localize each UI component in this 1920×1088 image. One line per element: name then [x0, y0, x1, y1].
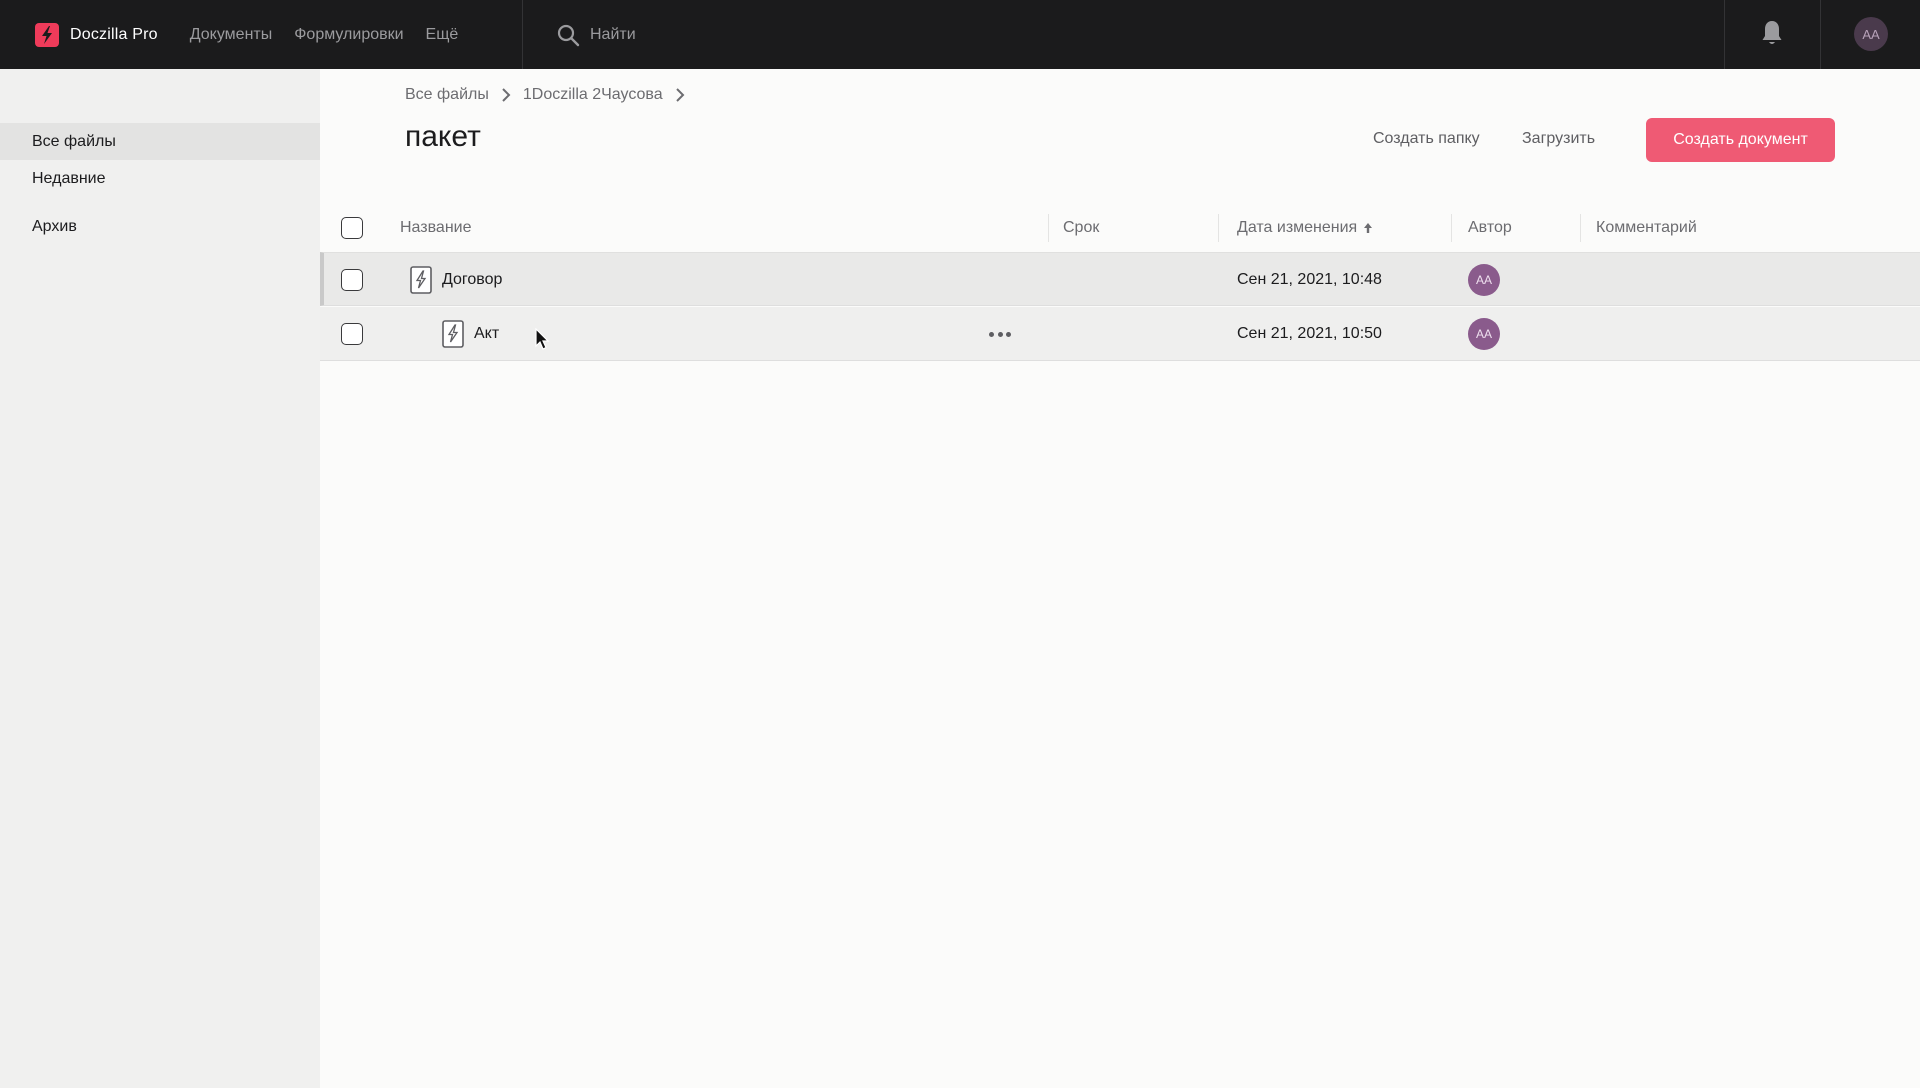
column-header-label: Дата изменения — [1237, 219, 1358, 236]
main-nav: Документы Формулировки Ещё — [190, 26, 481, 44]
table-row[interactable]: Акт Сен 21, 2021, 10:50 AA — [320, 307, 1920, 361]
chevron-right-icon — [502, 88, 511, 102]
modified-date: Сен 21, 2021, 10:48 — [1237, 271, 1382, 288]
column-divider — [1580, 214, 1581, 242]
column-divider — [1218, 214, 1219, 242]
column-header-author[interactable]: Автор — [1468, 204, 1512, 252]
author-avatar: AA — [1468, 318, 1500, 350]
mouse-cursor-icon — [535, 328, 550, 350]
create-document-button[interactable]: Создать документ — [1646, 118, 1835, 162]
column-header-name[interactable]: Название — [400, 204, 472, 252]
column-header-label: Автор — [1468, 219, 1512, 236]
column-header-deadline[interactable]: Срок — [1063, 204, 1099, 252]
file-name: Акт — [474, 325, 500, 342]
table-row[interactable]: Договор Сен 21, 2021, 10:48 AA — [320, 252, 1920, 306]
table-header: Название Срок Дата изменения Автор Комме… — [320, 204, 1920, 252]
sort-ascending-icon — [1364, 223, 1373, 233]
bell-icon[interactable] — [1760, 19, 1784, 47]
column-header-label: Название — [400, 219, 472, 236]
file-name-cell[interactable]: Договор — [410, 253, 502, 307]
top-bar: Doczilla Pro Документы Формулировки Ещё … — [0, 0, 1920, 69]
search-icon — [557, 24, 580, 46]
row-checkbox[interactable] — [341, 269, 363, 291]
nav-documents[interactable]: Документы — [190, 26, 272, 44]
nav-more[interactable]: Ещё — [426, 26, 459, 44]
doczilla-document-icon — [442, 320, 464, 348]
breadcrumb-all-files[interactable]: Все файлы — [405, 86, 489, 104]
user-avatar[interactable]: AA — [1854, 17, 1888, 51]
chevron-right-icon — [675, 88, 685, 102]
doczilla-document-icon — [410, 266, 432, 294]
search-label: Найти — [590, 25, 636, 43]
sidebar-item-recent[interactable]: Недавние — [0, 160, 320, 197]
nav-wordings[interactable]: Формулировки — [294, 26, 403, 44]
select-all-checkbox[interactable] — [341, 217, 363, 239]
search-button[interactable]: Найти — [556, 0, 636, 69]
create-folder-button[interactable]: Создать папку — [1373, 130, 1480, 148]
page-title: пакет — [405, 120, 481, 153]
sidebar-item-label: Недавние — [32, 169, 106, 187]
topbar-divider — [522, 0, 523, 69]
more-actions-icon[interactable] — [985, 324, 1015, 344]
column-header-comment[interactable]: Комментарий — [1596, 204, 1697, 252]
author-avatar: AA — [1468, 264, 1500, 296]
column-header-label: Комментарий — [1596, 219, 1697, 236]
column-divider — [1048, 214, 1049, 242]
topbar-divider — [1820, 0, 1821, 69]
column-divider — [1451, 214, 1452, 242]
row-checkbox[interactable] — [341, 323, 363, 345]
sidebar-item-archive[interactable]: Архив — [0, 208, 320, 245]
sidebar-item-label: Все файлы — [32, 132, 116, 150]
column-header-modified[interactable]: Дата изменения — [1237, 204, 1373, 252]
sidebar: Все файлы Недавние Архив — [0, 69, 320, 1088]
file-name-cell[interactable]: Акт — [442, 307, 499, 361]
breadcrumb: Все файлы 1Doczilla 2Чаусова — [405, 86, 697, 104]
topbar-divider — [1724, 0, 1725, 69]
upload-button[interactable]: Загрузить — [1522, 130, 1595, 148]
sidebar-item-label: Архив — [32, 217, 77, 235]
sidebar-item-all-files[interactable]: Все файлы — [0, 123, 320, 160]
file-name: Договор — [442, 271, 503, 288]
modified-date: Сен 21, 2021, 10:50 — [1237, 325, 1382, 342]
doczilla-logo-icon — [35, 22, 59, 47]
brand[interactable]: Doczilla Pro — [34, 22, 158, 48]
column-header-label: Срок — [1063, 219, 1100, 236]
breadcrumb-folder[interactable]: 1Doczilla 2Чаусова — [523, 86, 663, 104]
brand-name: Doczilla Pro — [70, 25, 158, 43]
